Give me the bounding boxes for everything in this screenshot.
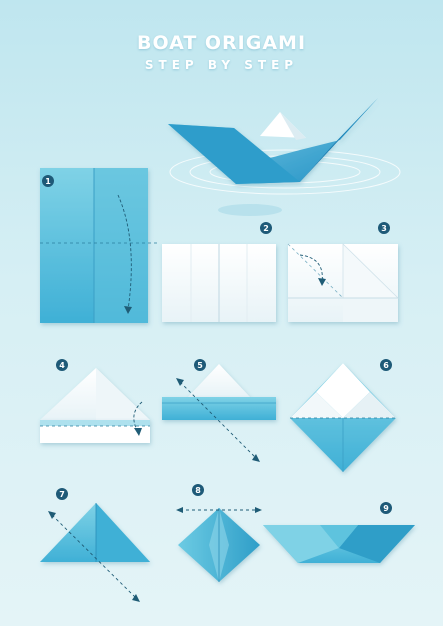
instructions-illustration: 1 2 3 4 5 6 7 8 9 (40, 98, 415, 602)
step-9: 9 (263, 502, 415, 563)
hero-boat (168, 98, 401, 216)
step-3: 3 (287, 222, 399, 322)
step-4-number: 4 (59, 361, 65, 370)
step-4: 4 (40, 359, 150, 443)
step-5: 5 (162, 359, 276, 462)
step-8: 8 (176, 484, 262, 582)
step-7: 7 (40, 488, 150, 602)
step-1-number: 1 (45, 177, 51, 186)
step-9-number: 9 (383, 504, 389, 513)
step-2: 2 (162, 222, 276, 322)
step-6: 6 (290, 359, 396, 472)
step-7-number: 7 (59, 490, 65, 499)
step-5-number: 5 (197, 361, 203, 370)
step-8-number: 8 (195, 486, 201, 495)
step-2-number: 2 (263, 224, 269, 233)
step-3-number: 3 (381, 224, 387, 233)
step-6-number: 6 (383, 361, 389, 370)
step-1: 1 (40, 168, 160, 323)
